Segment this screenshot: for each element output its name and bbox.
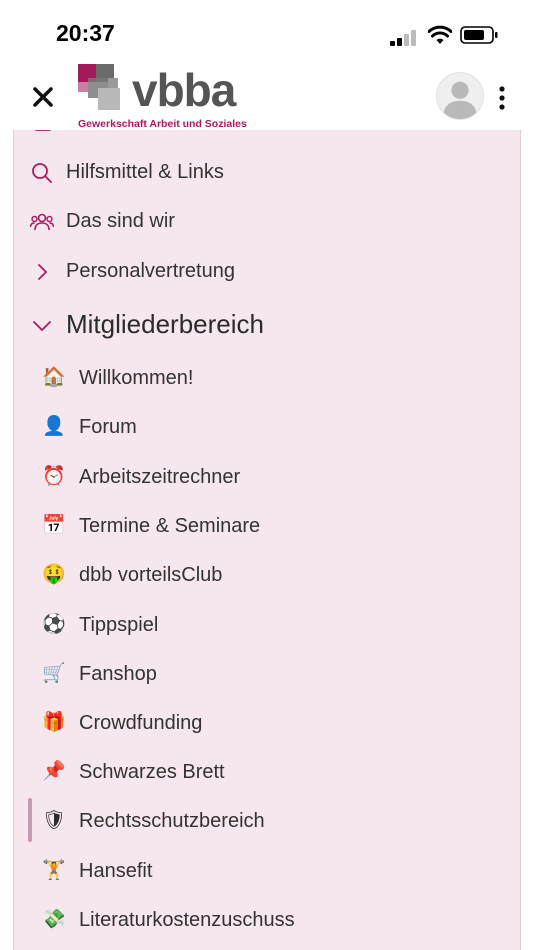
submenu-item-willkommen[interactable]: 🏠 Willkommen!: [14, 358, 520, 398]
house-icon: 🏠: [42, 367, 66, 388]
search-icon: [32, 163, 52, 183]
app-header: vbba Gewerkschaft Arbeit und Soziales: [0, 64, 534, 130]
submenu-item-arbeitszeitrechner[interactable]: ⏰ Arbeitszeitrechner: [14, 457, 520, 497]
submenu-item-rechtsschutzbereich[interactable]: 🛡 Rechtsschutzbereich: [14, 801, 520, 841]
person-silhouette-icon: 👤: [42, 416, 66, 437]
submenu-item-fanshop[interactable]: 🛒 Fanshop: [14, 654, 520, 694]
logo-subtitle: Gewerkschaft Arbeit und Soziales: [78, 118, 247, 130]
money-face-icon: 🤑: [42, 564, 66, 585]
submenu-item-label: dbb vorteilsClub: [79, 563, 223, 586]
cellular-signal-icon: [390, 30, 416, 46]
vbba-logo[interactable]: vbba Gewerkschaft Arbeit und Soziales: [76, 64, 276, 132]
submenu-item-termine[interactable]: 📅 Termine & Seminare: [14, 506, 520, 546]
submenu-item-label: Rechtsschutzbereich: [79, 809, 265, 832]
gift-icon: 🎁: [42, 712, 66, 733]
status-bar: 20:37: [0, 0, 534, 64]
submenu-item-literaturkostenzuschuss[interactable]: 💸 Literaturkostenzuschuss: [14, 900, 520, 940]
submenu-item-hansefit[interactable]: 🏋 Hansefit: [14, 851, 520, 891]
shield-icon: 🛡: [42, 810, 67, 831]
submenu-item-label: Hansefit: [79, 859, 153, 882]
money-wings-icon: 💸: [42, 909, 66, 930]
menu-item-personalvertretung[interactable]: Personalvertretung: [14, 251, 520, 291]
submenu-item-label: Crowdfunding: [79, 711, 203, 734]
chevron-right-icon: [38, 264, 47, 280]
submenu-item-forum[interactable]: 👤 Forum: [14, 407, 520, 447]
menu-item-label: Personalvertretung: [66, 259, 235, 282]
battery-icon: [460, 26, 498, 44]
submenu-item-label: Forum: [79, 415, 137, 438]
submenu-item-label: Willkommen!: [79, 366, 194, 389]
submenu-item-label: Schwarzes Brett: [79, 760, 225, 783]
status-time: 20:37: [56, 20, 115, 46]
close-icon[interactable]: [28, 82, 58, 112]
submenu-item-label: Arbeitszeitrechner: [79, 465, 241, 488]
menu-item-label: Das sind wir: [66, 209, 175, 232]
submenu-item-label: Termine & Seminare: [79, 514, 261, 537]
people-icon: [30, 213, 54, 231]
submenu-item-label: Fanshop: [79, 662, 157, 685]
wifi-icon: [428, 25, 452, 44]
menu-item-label: Hilfsmittel & Links: [66, 160, 224, 183]
navigation-menu: Hilfsmittel & Links Das sind wir Persona…: [13, 120, 521, 950]
logo-wordmark: vbba: [132, 64, 236, 116]
menu-item-hilfsmittel[interactable]: Hilfsmittel & Links: [14, 152, 520, 192]
submenu-item-tippspiel[interactable]: ⚽ Tippspiel: [14, 605, 520, 645]
alarm-clock-icon: ⏰: [42, 466, 66, 487]
submenu-item-label: Tippspiel: [79, 613, 159, 636]
user-placeholder-icon: [442, 81, 478, 119]
chevron-down-icon: [33, 321, 51, 331]
menu-section-label: Mitgliederbereich: [66, 308, 264, 339]
menu-section-mitgliederbereich[interactable]: Mitgliederbereich: [14, 304, 520, 344]
shopping-cart-icon: 🛒: [42, 663, 66, 684]
soccer-ball-icon: ⚽: [42, 614, 66, 635]
submenu-item-label: Literaturkostenzuschuss: [79, 908, 295, 931]
avatar[interactable]: [436, 72, 484, 120]
weightlifter-icon: 🏋: [42, 860, 66, 881]
menu-item-das-sind-wir[interactable]: Das sind wir: [14, 201, 520, 241]
submenu-item-crowdfunding[interactable]: 🎁 Crowdfunding: [14, 703, 520, 743]
submenu-item-schwarzes-brett[interactable]: 📌 Schwarzes Brett: [14, 752, 520, 792]
pushpin-icon: 📌: [42, 761, 66, 782]
logo-mark-icon: [78, 64, 120, 110]
calendar-icon: 📅: [42, 515, 66, 536]
submenu-item-vorteilsclub[interactable]: 🤑 dbb vorteilsClub: [14, 555, 520, 595]
more-options-icon[interactable]: [492, 84, 512, 112]
